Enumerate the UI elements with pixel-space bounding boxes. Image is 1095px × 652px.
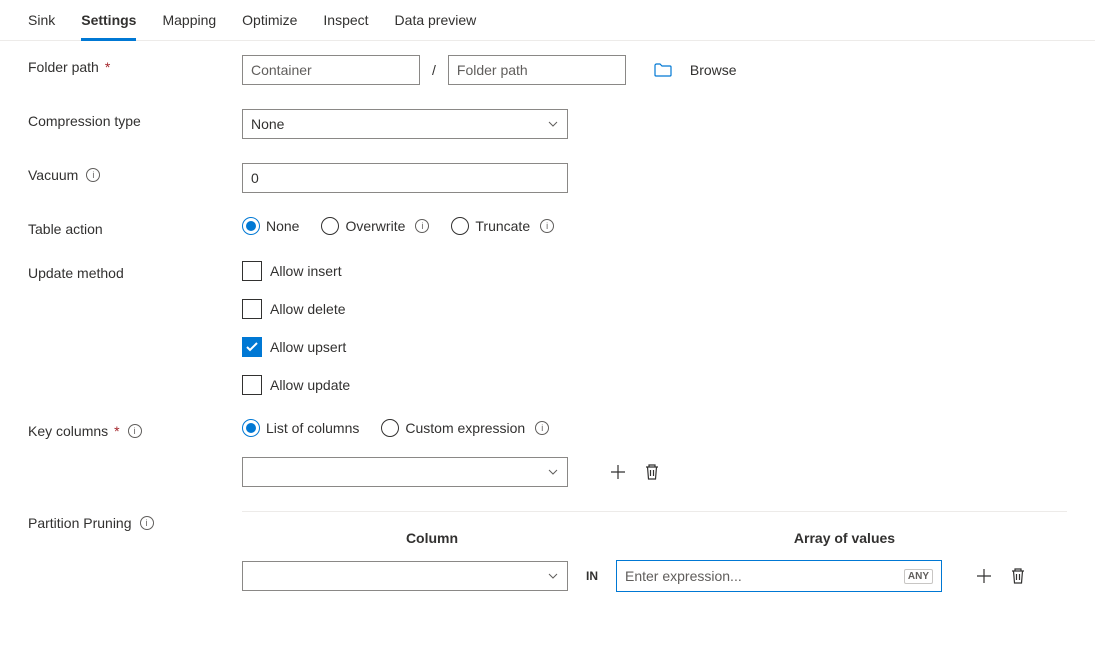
radio-table-action-none[interactable]: None xyxy=(242,217,299,235)
tab-sink[interactable]: Sink xyxy=(28,6,55,41)
container-input[interactable] xyxy=(242,55,420,85)
checkbox-allow-update[interactable]: Allow update xyxy=(242,375,350,395)
required-mark: * xyxy=(114,423,119,439)
pp-expression-input[interactable]: Enter expression... ANY xyxy=(616,560,942,592)
radio-table-action-overwrite[interactable]: Overwrite i xyxy=(321,217,429,235)
radio-label: Overwrite xyxy=(345,218,405,234)
table-action-label: Table action xyxy=(28,221,103,237)
key-column-select[interactable] xyxy=(242,457,568,487)
compression-select[interactable]: None xyxy=(242,109,568,139)
checkbox-allow-upsert[interactable]: Allow upsert xyxy=(242,337,350,357)
radio-label: Truncate xyxy=(475,218,530,234)
update-method-label: Update method xyxy=(28,265,124,281)
tab-inspect[interactable]: Inspect xyxy=(323,6,368,41)
checkbox-allow-delete[interactable]: Allow delete xyxy=(242,299,350,319)
checkbox-label: Allow update xyxy=(270,377,350,393)
pp-expression-placeholder: Enter expression... xyxy=(625,568,742,584)
tab-optimize[interactable]: Optimize xyxy=(242,6,297,41)
path-separator: / xyxy=(430,62,438,78)
checkbox-allow-insert[interactable]: Allow insert xyxy=(242,261,350,281)
radio-label: List of columns xyxy=(266,420,359,436)
type-badge: ANY xyxy=(904,569,933,584)
required-mark: * xyxy=(105,59,110,75)
compression-label: Compression type xyxy=(28,113,141,129)
partition-pruning-label: Partition Pruning xyxy=(28,515,132,531)
pp-column-header: Column xyxy=(242,530,622,546)
checkbox-label: Allow upsert xyxy=(270,339,346,355)
checkbox-label: Allow delete xyxy=(270,301,346,317)
vacuum-label: Vacuum xyxy=(28,167,78,183)
delete-icon[interactable] xyxy=(640,460,664,484)
info-icon[interactable]: i xyxy=(540,219,554,233)
radio-label: None xyxy=(266,218,299,234)
radio-key-list[interactable]: List of columns xyxy=(242,419,359,437)
info-icon[interactable]: i xyxy=(128,424,142,438)
pp-values-header: Array of values xyxy=(622,530,1067,546)
compression-value: None xyxy=(251,116,284,132)
folder-path-label: Folder path xyxy=(28,59,99,75)
add-icon[interactable] xyxy=(606,460,630,484)
tab-data-preview[interactable]: Data preview xyxy=(395,6,477,41)
browse-button[interactable]: Browse xyxy=(690,62,737,78)
radio-key-custom[interactable]: Custom expression i xyxy=(381,419,549,437)
pp-column-select[interactable] xyxy=(242,561,568,591)
chevron-down-icon xyxy=(547,570,559,582)
folder-icon[interactable] xyxy=(654,63,672,77)
key-columns-label: Key columns xyxy=(28,423,108,439)
checkbox-label: Allow insert xyxy=(270,263,342,279)
info-icon[interactable]: i xyxy=(535,421,549,435)
vacuum-input[interactable] xyxy=(242,163,568,193)
tab-mapping[interactable]: Mapping xyxy=(162,6,216,41)
radio-label: Custom expression xyxy=(405,420,525,436)
add-icon[interactable] xyxy=(972,564,996,588)
chevron-down-icon xyxy=(547,118,559,130)
pp-operator: IN xyxy=(586,569,598,583)
info-icon[interactable]: i xyxy=(140,516,154,530)
info-icon[interactable]: i xyxy=(415,219,429,233)
chevron-down-icon xyxy=(547,466,559,478)
delete-icon[interactable] xyxy=(1006,564,1030,588)
tab-settings[interactable]: Settings xyxy=(81,6,136,41)
radio-table-action-truncate[interactable]: Truncate i xyxy=(451,217,554,235)
folder-path-input[interactable] xyxy=(448,55,626,85)
info-icon[interactable]: i xyxy=(86,168,100,182)
